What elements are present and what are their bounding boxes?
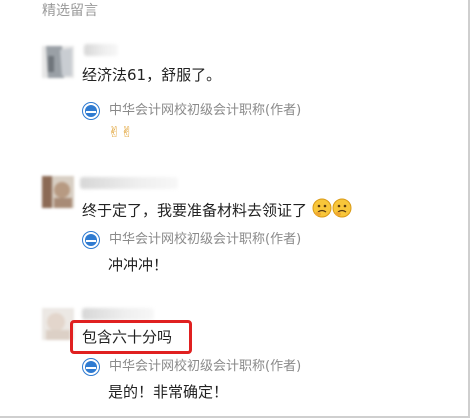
- reply-text: 冲冲冲！: [108, 256, 169, 274]
- comment-text: 终于定了，我要准备材料去领证了: [82, 198, 352, 224]
- comment-text: 经济法61，舒服了。: [82, 66, 222, 84]
- username-blurred: [80, 177, 178, 189]
- reply-author: 中华会计网校初级会计职称(作者): [109, 232, 302, 247]
- avatar[interactable]: [42, 176, 74, 208]
- thinking-face-icon: [332, 198, 352, 224]
- comment-text: 包含六十分吗: [82, 328, 173, 346]
- brand-logo-icon: [82, 231, 100, 249]
- section-title: 精选留言: [42, 3, 98, 19]
- reply-text: 是的！非常确定！: [108, 383, 229, 401]
- avatar[interactable]: [42, 46, 74, 78]
- username-blurred: [84, 44, 118, 56]
- thinking-face-icon: [312, 198, 332, 224]
- comment-text-content: 终于定了，我要准备材料去领证了: [82, 201, 308, 220]
- reply-text: ✌✌: [108, 123, 134, 141]
- username-blurred: [82, 308, 154, 320]
- brand-logo-icon: [82, 102, 100, 120]
- comments-panel: 精选留言 经济法61，舒服了。 中华会计网校初级会计职称(作者) ✌✌ 终于定了…: [0, 0, 470, 418]
- reply-author: 中华会计网校初级会计职称(作者): [109, 103, 302, 118]
- brand-logo-icon: [82, 358, 100, 376]
- reply-author: 中华会计网校初级会计职称(作者): [109, 359, 302, 374]
